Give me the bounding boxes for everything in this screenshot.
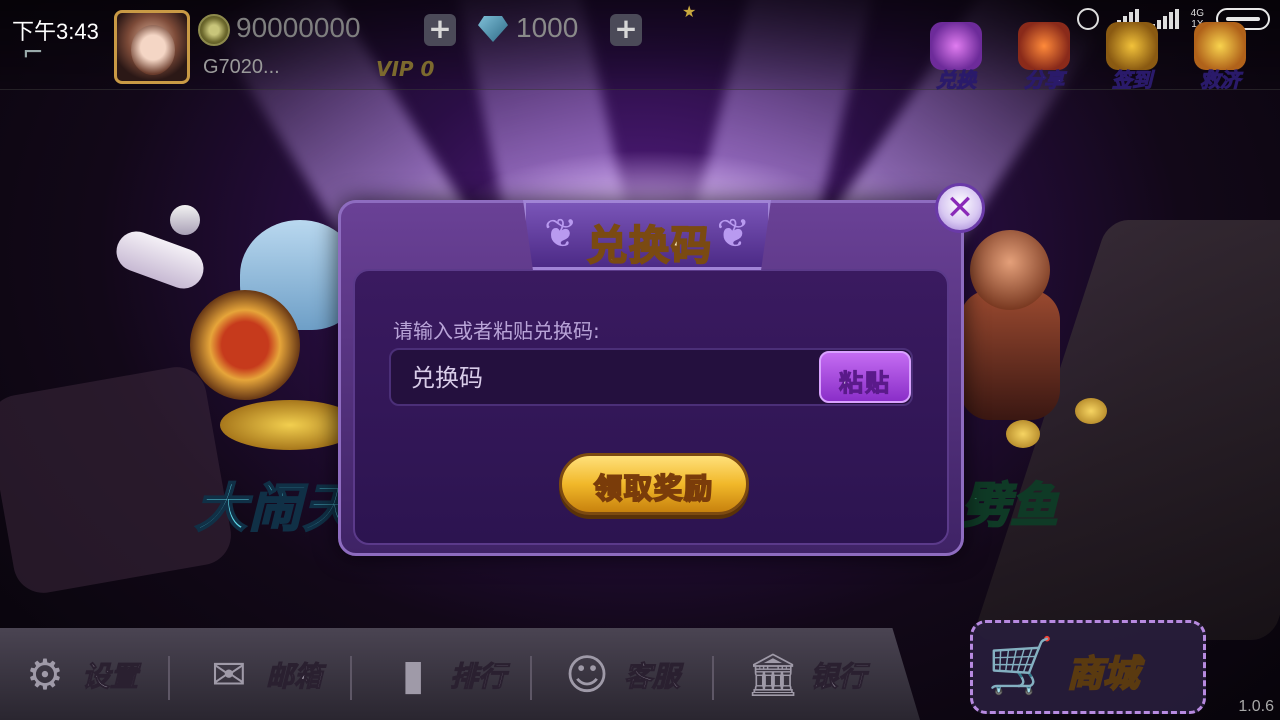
cannon-illustration <box>190 290 300 400</box>
close-button[interactable]: ✕ <box>935 183 985 233</box>
bank-icon: 🏛 <box>746 650 800 699</box>
shop-label: 商城 <box>1066 653 1140 696</box>
relief-label: 救济 <box>1200 68 1241 93</box>
nav-ranking-label: 排行 <box>449 660 507 694</box>
add-coins-button[interactable]: + <box>424 14 456 46</box>
gift-icon <box>930 22 982 70</box>
share-icon <box>1018 22 1070 70</box>
redeem-code-input[interactable] <box>411 362 811 394</box>
share-button[interactable]: 分享 <box>1010 22 1078 93</box>
coin-balance: 90000000 <box>236 12 361 43</box>
add-diamonds-button[interactable]: + <box>610 14 642 46</box>
game-title-left: 大闹天 <box>194 478 358 540</box>
redeem-code-dialog: ❦ ❦ 兑换码 ✕ 请输入或者粘贴兑换码: 粘贴 领取奖励 <box>338 183 985 556</box>
cart-icon: 🛒 <box>987 634 1055 697</box>
divider <box>168 656 170 700</box>
version-label: 1.0.6 <box>1238 698 1274 715</box>
claim-reward-label: 领取奖励 <box>593 471 714 506</box>
share-label: 分享 <box>1024 68 1065 93</box>
calendar-icon <box>1106 22 1158 70</box>
game-title-right: 劈鱼 <box>961 477 1059 535</box>
avatar[interactable] <box>114 10 190 84</box>
nav-mail-label: 邮箱 <box>265 660 323 694</box>
star-icon: ★ <box>682 2 697 21</box>
warrior-head <box>970 230 1050 310</box>
relief-button[interactable]: 救济 <box>1186 22 1254 93</box>
game-card-left[interactable] <box>110 200 370 460</box>
code-field: 粘贴 <box>389 348 913 406</box>
diamond-balance: 1000 <box>516 12 579 43</box>
nav-bank[interactable]: 🏛 银行 <box>744 640 866 710</box>
redeem-button[interactable]: 兑换 <box>922 22 990 93</box>
mail-icon: ✉ <box>211 650 247 699</box>
claim-reward-button[interactable]: 领取奖励 <box>559 453 749 515</box>
divider <box>712 656 714 700</box>
divider <box>350 656 352 700</box>
gold-coin <box>1075 398 1107 424</box>
redeem-label: 兑换 <box>936 68 977 93</box>
nav-bank-label: 银行 <box>809 660 867 694</box>
user-id: G7020... <box>203 56 280 78</box>
nav-mail[interactable]: ✉ 邮箱 <box>200 640 322 710</box>
dialog-title: 兑换码 <box>586 222 713 270</box>
nav-settings-label: 设置 <box>81 660 139 694</box>
rocket-illustration <box>110 225 210 295</box>
gold-coin <box>1006 420 1040 448</box>
signin-label: 签到 <box>1112 68 1153 93</box>
vip-badge[interactable]: VIP 0 <box>376 57 434 81</box>
nav-ranking[interactable]: ▮ 排行 <box>384 640 506 710</box>
rocket-illustration <box>170 205 200 235</box>
back-icon[interactable]: ⌐ <box>22 38 56 72</box>
treasure-icon <box>1194 22 1246 70</box>
coin-icon <box>198 14 230 46</box>
close-icon: ✕ <box>945 188 975 228</box>
prompt-label: 请输入或者粘贴兑换码: <box>393 319 600 343</box>
nav-support-label: 客服 <box>623 660 681 694</box>
paste-button[interactable]: 粘贴 <box>819 351 911 403</box>
shop-button[interactable]: 🛒 商城 <box>970 620 1206 714</box>
ranking-icon: ▮ <box>401 650 425 699</box>
paste-label: 粘贴 <box>839 369 891 398</box>
support-icon: ☺ <box>565 650 609 699</box>
bottom-nav: ⚙ 设置 ✉ 邮箱 ▮ 排行 ☺ 客服 🏛 银行 <box>0 628 920 720</box>
divider <box>530 656 532 700</box>
nav-support[interactable]: ☺ 客服 <box>558 640 680 710</box>
signin-button[interactable]: 签到 <box>1098 22 1166 93</box>
gear-icon: ⚙ <box>26 650 64 699</box>
nav-settings[interactable]: ⚙ 设置 <box>16 640 138 710</box>
top-actions: 兑换 分享 签到 救济 <box>922 22 1254 93</box>
dialog-title-plate: ❦ ❦ 兑换码 <box>523 200 771 270</box>
